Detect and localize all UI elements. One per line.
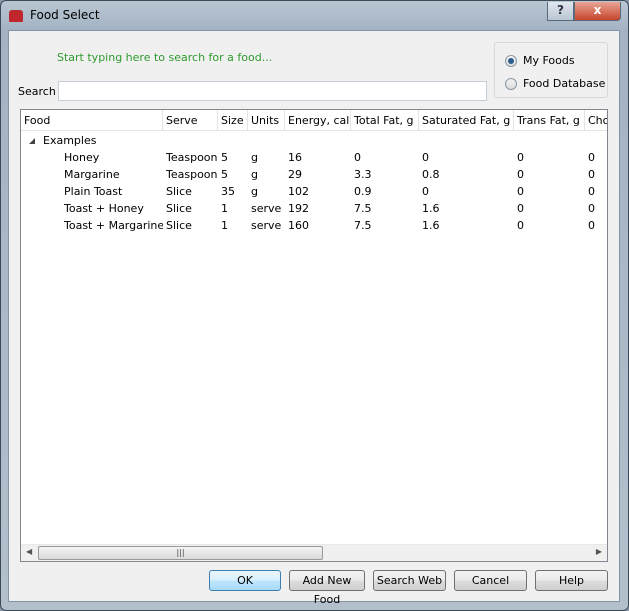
table-cell: 1.6 <box>422 219 440 232</box>
group-label: Examples <box>43 134 97 147</box>
column-header[interactable]: Serve <box>163 110 218 131</box>
table-cell: g <box>251 185 258 198</box>
expand-arrow-icon[interactable]: ◢ <box>26 132 35 149</box>
table-cell: 5 <box>221 151 228 164</box>
table-cell: 192 <box>288 202 309 215</box>
table-cell: 0 <box>422 151 429 164</box>
table-cell: Margarine <box>64 168 120 181</box>
close-button[interactable]: x <box>574 2 621 21</box>
table-cell: Toast + Margarine <box>64 219 163 232</box>
column-header[interactable]: Saturated Fat, g <box>419 110 514 131</box>
table-cell: Teaspoon <box>166 151 218 164</box>
table-cell: 0 <box>588 202 595 215</box>
scroll-thumb[interactable]: ||| <box>38 546 323 560</box>
app-icon <box>9 10 23 22</box>
help-button[interactable]: Help <box>535 570 608 591</box>
table-cell: Slice <box>166 185 192 198</box>
table-row[interactable]: Honey Teaspoon 5 g 16 0 0 0 0 <box>21 149 607 166</box>
search-input[interactable] <box>58 81 487 101</box>
table-cell: 0 <box>517 168 524 181</box>
help-title-button[interactable]: ? <box>547 2 574 21</box>
table-cell: g <box>251 151 258 164</box>
table-cell: g <box>251 168 258 181</box>
table-cell: Slice <box>166 202 192 215</box>
table-cell: 5 <box>221 168 228 181</box>
radio-my-foods[interactable]: My Foods <box>505 54 575 67</box>
table-cell: 35 <box>221 185 235 198</box>
table-cell: 0 <box>588 219 595 232</box>
source-group: My Foods Food Database <box>494 42 608 98</box>
table-cell: 1.6 <box>422 202 440 215</box>
column-header[interactable]: Total Fat, g <box>351 110 419 131</box>
radio-unchecked-icon[interactable] <box>505 77 517 90</box>
table-cell: Teaspoon <box>166 168 218 181</box>
table-cell: 1 <box>221 202 228 215</box>
column-header[interactable]: Energy, cal <box>285 110 351 131</box>
window-title: Food Select <box>30 8 100 22</box>
column-header[interactable]: Food <box>21 110 163 131</box>
table-row[interactable]: Toast + Honey Slice 1 serve 192 7.5 1.6 0 0 <box>21 200 607 217</box>
group-row-examples[interactable]: ◢ Examples <box>21 132 607 149</box>
radio-label: My Foods <box>523 54 575 67</box>
food-table[interactable]: Food Serve Size Units Energy, cal Total Fat, … <box>20 109 608 562</box>
table-cell: Slice <box>166 219 192 232</box>
table-cell: 0 <box>517 151 524 164</box>
table-cell: 0 <box>517 219 524 232</box>
table-cell: 0.8 <box>422 168 440 181</box>
scroll-left-icon[interactable]: ◀ <box>26 547 32 556</box>
search-hint: Start typing here to search for a food..… <box>57 51 273 64</box>
table-cell: serve <box>251 202 282 215</box>
table-cell: 0 <box>588 151 595 164</box>
table-cell: 29 <box>288 168 302 181</box>
table-cell: Plain Toast <box>64 185 123 198</box>
column-header[interactable]: Trans Fat, g <box>514 110 585 131</box>
table-cell: 1 <box>221 219 228 232</box>
add-new-food-button[interactable]: Add New Food <box>289 570 365 606</box>
horizontal-scrollbar[interactable]: ◀ ||| ▶ <box>21 544 607 561</box>
scroll-right-icon[interactable]: ▶ <box>596 547 602 556</box>
table-row[interactable]: Plain Toast Slice 35 g 102 0.9 0 0 0 <box>21 183 607 200</box>
table-cell: Toast + Honey <box>64 202 144 215</box>
table-cell: 7.5 <box>354 202 372 215</box>
table-cell: 3.3 <box>354 168 372 181</box>
search-label: Search <box>18 85 56 98</box>
table-cell: 0.9 <box>354 185 372 198</box>
table-header: Food Serve Size Units Energy, cal Total Fat, … <box>21 110 607 131</box>
table-cell: 0 <box>354 151 361 164</box>
table-cell: 0 <box>517 202 524 215</box>
table-cell: Honey <box>64 151 100 164</box>
table-cell: 0 <box>517 185 524 198</box>
ok-button[interactable]: OK <box>209 570 281 591</box>
table-cell: 16 <box>288 151 302 164</box>
radio-food-database[interactable]: Food Database <box>505 77 605 90</box>
table-cell: 160 <box>288 219 309 232</box>
search-web-button[interactable]: Search Web <box>373 570 446 591</box>
table-cell: 0 <box>588 168 595 181</box>
table-cell: 0 <box>422 185 429 198</box>
table-cell: 0 <box>588 185 595 198</box>
column-header[interactable]: Units <box>248 110 285 131</box>
table-cell: 7.5 <box>354 219 372 232</box>
column-header[interactable]: Cho <box>585 110 607 131</box>
table-cell: serve <box>251 219 282 232</box>
cancel-button[interactable]: Cancel <box>454 570 527 591</box>
table-row[interactable]: Toast + Margarine Slice 1 serve 160 7.5 1.6 0 0 <box>21 217 607 234</box>
radio-checked-icon[interactable] <box>505 54 517 67</box>
column-header[interactable]: Size <box>218 110 248 131</box>
table-row[interactable]: Margarine Teaspoon 5 g 29 3.3 0.8 0 0 <box>21 166 607 183</box>
radio-label: Food Database <box>523 77 606 90</box>
table-cell: 102 <box>288 185 309 198</box>
